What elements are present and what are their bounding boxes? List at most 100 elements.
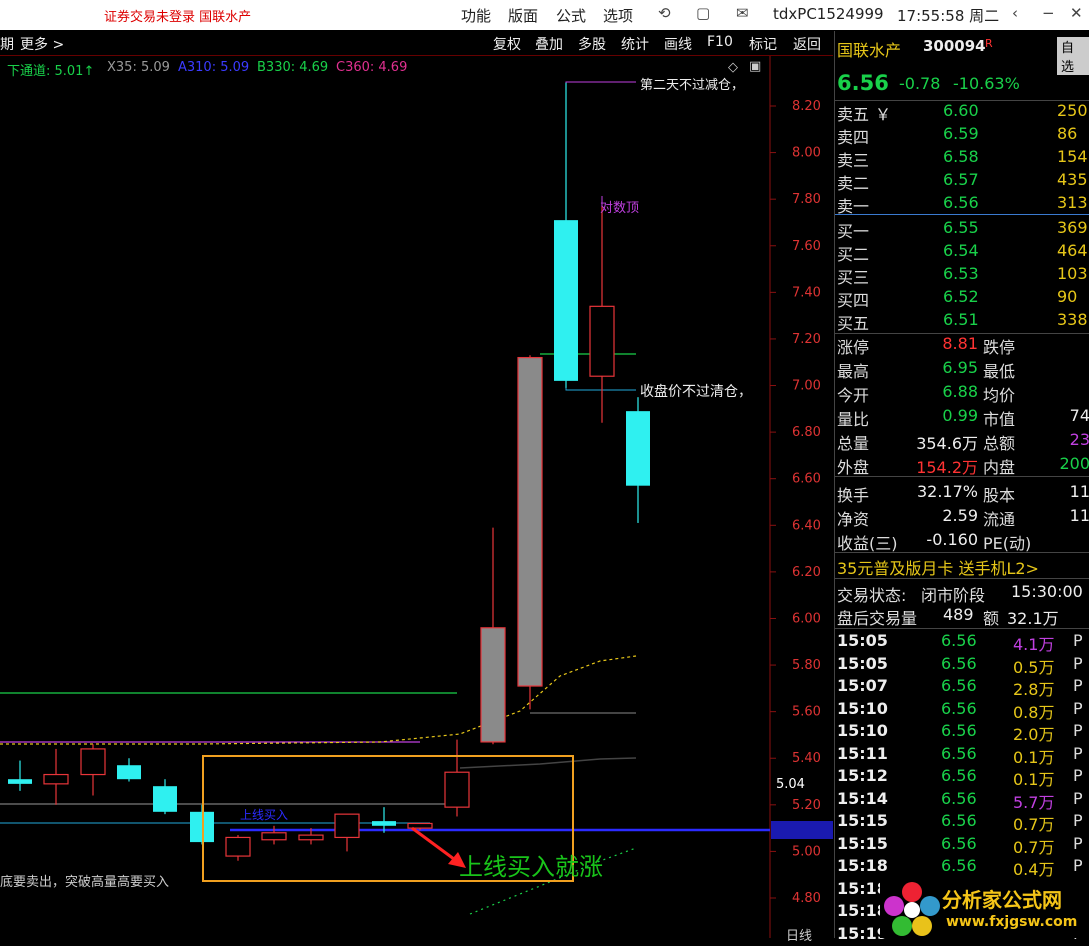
candle-body	[626, 411, 650, 486]
add-watchlist-button[interactable]: 自选	[1057, 37, 1089, 75]
menu-layout[interactable]: 版面	[508, 5, 538, 26]
axis-tick-label: 5.00	[792, 844, 821, 859]
tick-price: 6.56	[941, 743, 977, 763]
overlay-button[interactable]: 叠加	[535, 34, 563, 54]
stat-value: 6.95	[942, 358, 978, 377]
menu-options[interactable]: 选项	[603, 5, 633, 26]
stat-row: 收益(三) -0.160 PE(动)	[835, 530, 1089, 553]
watermark-url: www.fxjgsw.com	[946, 914, 1078, 930]
red-arrow-line	[411, 826, 459, 864]
mark-button[interactable]: 标记	[749, 34, 777, 54]
stat-value: -0.160	[926, 530, 978, 549]
tick-row: 15:11 6.56 0.1万 P	[835, 743, 1089, 767]
tick-time: 15:07	[837, 676, 888, 695]
candle-body	[444, 771, 470, 808]
orderbook-row[interactable]: 卖五 ￥ 6.60 250	[835, 101, 1089, 124]
tick-side: P	[1073, 653, 1083, 673]
flower-logo-icon	[884, 882, 940, 936]
tick-volume: 0.1万	[1013, 770, 1055, 789]
tick-time: 15:05	[837, 631, 888, 650]
orderbook-row[interactable]: 买五 6.51 338	[835, 310, 1089, 333]
draw-line-button[interactable]: 画线	[664, 34, 692, 54]
tick-row: 15:18 6.56 0.4万 P	[835, 856, 1089, 879]
orderbook-label: 卖三	[837, 151, 870, 170]
tick-volume: 5.7万	[1013, 792, 1055, 812]
minimize-icon[interactable]: −	[1042, 4, 1055, 22]
bid-ask-divider	[835, 214, 1089, 215]
axis-tick-label: 7.00	[792, 379, 821, 394]
title-bar: 证券交易未登录 国联水产 功能 版面 公式 选项 ⟲ ▢ ✉ tdxPC1524…	[0, 0, 1089, 30]
after-hours-amount: 32.1万	[1007, 609, 1059, 628]
kline-chart[interactable]: 8.20 8.00 7.80 7.60 7.40 7.20 7.00 6.80 6.60 6.40…	[0, 56, 833, 938]
trade-status-time: 15:30:00	[1011, 582, 1083, 601]
stat-value: 6.88	[942, 382, 978, 401]
orderbook-row[interactable]: 买三 6.53 103	[835, 264, 1089, 287]
expand-icon[interactable]: ▣	[749, 59, 761, 74]
candle-body	[407, 822, 433, 829]
orderbook-volume: 464	[1057, 241, 1088, 260]
return-button[interactable]: 返回	[793, 34, 821, 54]
f10-button[interactable]: F10	[707, 34, 733, 50]
diamond-icon[interactable]: ◇	[728, 60, 738, 75]
candle-body	[225, 836, 251, 857]
period-button[interactable]: 期	[0, 34, 14, 54]
orderbook-row[interactable]: 买二 6.54 464	[835, 241, 1089, 264]
menu-function[interactable]: 功能	[461, 5, 491, 26]
more-button[interactable]: 更多 >	[20, 34, 64, 54]
orderbook-row[interactable]: 卖四 6.59 86	[835, 124, 1089, 147]
tick-side: P	[1073, 676, 1083, 695]
stat-label: 量比	[837, 410, 870, 429]
annotation-big: 上线买入就涨	[459, 853, 603, 881]
orderbook-mark: ￥	[875, 105, 892, 124]
cyan-close-marker	[565, 386, 636, 391]
tick-volume: 0.4万	[1013, 860, 1055, 879]
axis-tick-label: 7.40	[792, 285, 821, 300]
candle-body	[554, 220, 578, 381]
orderbook-row[interactable]: 卖二 6.57 435	[835, 170, 1089, 193]
candle-body	[480, 627, 506, 743]
mail-icon[interactable]: ✉	[736, 4, 749, 22]
tick-side: P	[1073, 856, 1083, 875]
tick-price: 6.56	[941, 811, 977, 830]
orderbook-row[interactable]: 买四 6.52 90	[835, 287, 1089, 310]
statistics-button[interactable]: 统计	[621, 34, 649, 54]
orderbook-row[interactable]: 卖三 6.58 154	[835, 147, 1089, 170]
orderbook-row[interactable]: 卖一 6.56 313	[835, 193, 1089, 216]
axis-tick-label: 5.20	[792, 798, 821, 813]
period-label: 日线	[786, 929, 813, 944]
back-arrow-icon[interactable]: ‹	[1012, 4, 1018, 22]
orderbook-price: 6.58	[943, 147, 979, 166]
orderbook-volume: 338	[1057, 310, 1088, 329]
refresh-icon[interactable]: ⟲	[658, 4, 671, 22]
stat-label: 净资	[837, 510, 870, 529]
stat-row: 总量 354.6万 总额 23	[835, 430, 1089, 453]
menu-formula[interactable]: 公式	[556, 5, 586, 26]
multi-stock-button[interactable]: 多股	[578, 34, 606, 54]
promo-link[interactable]: 35元普及版月卡 送手机L2>	[837, 555, 1039, 579]
orderbook-row[interactable]: 买一 6.55 369	[835, 218, 1089, 241]
candle-body	[261, 832, 287, 841]
tick-side: P	[1073, 788, 1083, 808]
tick-price: 6.56	[941, 676, 977, 695]
orderbook-price: 6.60	[943, 101, 979, 120]
user-id: tdxPC1524999	[773, 5, 884, 23]
axis-tick-label: 4.80	[792, 891, 821, 906]
annotation-top: 第二天不过减仓，	[640, 78, 745, 93]
candle-body	[517, 356, 543, 687]
tick-time: 15:18	[837, 856, 888, 875]
orderbook-volume: 435	[1057, 170, 1088, 189]
window-icon[interactable]: ▢	[696, 4, 710, 22]
stat-value-2: 11	[1069, 482, 1089, 501]
orderbook-price: 6.52	[943, 287, 979, 306]
tick-row: 15:14 6.56 5.7万 P	[835, 788, 1089, 812]
tick-row: 15:05 6.56 4.1万 P	[835, 631, 1089, 654]
stat-label: 换手	[837, 486, 870, 505]
stat-value-2: 11	[1069, 506, 1089, 525]
close-icon[interactable]: ✕	[1070, 4, 1083, 22]
restore-rights-button[interactable]: 复权	[493, 34, 521, 54]
tick-time: 15:10	[837, 698, 888, 718]
stat-label: 收益(三)	[837, 534, 898, 553]
candle-body	[43, 773, 69, 785]
tick-time: 15:15	[837, 833, 888, 853]
tick-price: 6.56	[941, 833, 977, 853]
